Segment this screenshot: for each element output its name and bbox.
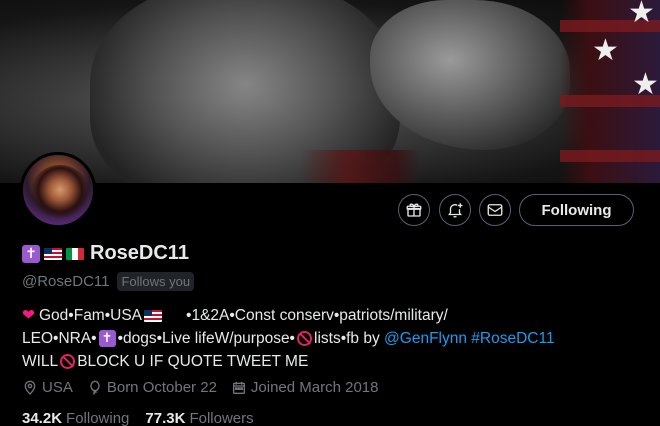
bio-text: lists•fb by xyxy=(314,330,380,347)
followers-label: Followers xyxy=(189,410,254,426)
followers-count: 77.3K xyxy=(145,410,186,426)
prohibited-icon xyxy=(297,331,312,346)
location-text: USA xyxy=(42,379,73,396)
joined-text: Joined March 2018 xyxy=(250,379,379,396)
display-name-row: ✝ RoseDC11 xyxy=(22,242,189,265)
join-date: Joined March 2018 xyxy=(231,379,379,396)
birthday: Born October 22 xyxy=(87,379,217,396)
handle-row: @RoseDC11 Follows you xyxy=(22,272,195,291)
bio-text: BLOCK U IF QUOTE TWEET ME xyxy=(77,353,309,370)
avatar-image xyxy=(29,165,91,225)
following-button[interactable]: Following xyxy=(519,194,634,226)
heart-icon: ❤ xyxy=(22,306,35,324)
cross-emoji-icon: ✝ xyxy=(98,330,116,347)
envelope-icon xyxy=(487,204,503,216)
prohibited-icon xyxy=(60,354,76,369)
location-pin-icon xyxy=(24,380,36,395)
banner-image-hand xyxy=(370,0,570,150)
italy-flag-icon xyxy=(166,310,184,322)
bio-text: LEO•NRA• xyxy=(22,330,97,347)
bell-plus-icon xyxy=(448,203,463,218)
bio-text: •dogs•Live lifeW/purpose• xyxy=(117,330,295,347)
italy-flag-icon xyxy=(66,247,84,260)
calendar-icon xyxy=(232,381,245,394)
us-flag-icon xyxy=(44,247,62,260)
hashtag-link[interactable]: #RoseDC11 xyxy=(471,327,554,350)
profile-banner[interactable]: ★ ★ ★ xyxy=(0,0,660,183)
birthday-text: Born October 22 xyxy=(106,379,217,396)
banner-image-flag-band xyxy=(300,150,420,183)
us-flag-icon xyxy=(144,309,163,322)
bio-text: WILL xyxy=(22,353,59,370)
username: @RoseDC11 xyxy=(22,273,110,290)
bio-line: WILL BLOCK U IF QUOTE TWEET ME xyxy=(22,350,622,373)
bio-text: God•Fam•USA xyxy=(39,307,143,324)
following-count-link[interactable]: 34.2K Following xyxy=(22,410,129,426)
bio-line: ❤ God•Fam•USA •1&2A•Const conserv•patrio… xyxy=(22,304,622,327)
gift-button[interactable] xyxy=(398,194,430,226)
gift-icon xyxy=(406,203,422,217)
message-button[interactable] xyxy=(479,194,511,226)
bio-line: LEO•NRA• ✝ •dogs•Live lifeW/purpose• lis… xyxy=(22,327,622,350)
follows-you-badge: Follows you xyxy=(117,272,195,291)
mention-link[interactable]: @GenFlynn xyxy=(384,327,467,350)
bio: ❤ God•Fam•USA •1&2A•Const conserv•patrio… xyxy=(22,304,622,373)
bio-text: •1&2A•Const conserv•patriots/military/ xyxy=(186,307,448,324)
display-name: RoseDC11 xyxy=(90,242,189,264)
notifications-button[interactable] xyxy=(439,194,471,226)
profile-meta: USA Born October 22 Joined March 2018 xyxy=(22,379,379,396)
banner-image-flag: ★ ★ ★ xyxy=(560,0,660,183)
cross-emoji-icon: ✝ xyxy=(22,244,40,263)
followers-count-link[interactable]: 77.3K Followers xyxy=(145,410,253,426)
follow-stats: 34.2K Following 77.3K Followers xyxy=(22,410,254,426)
location: USA xyxy=(22,379,73,396)
avatar[interactable] xyxy=(20,152,96,228)
following-count: 34.2K xyxy=(22,410,63,426)
balloon-icon xyxy=(90,380,100,395)
following-label: Following xyxy=(66,410,130,426)
